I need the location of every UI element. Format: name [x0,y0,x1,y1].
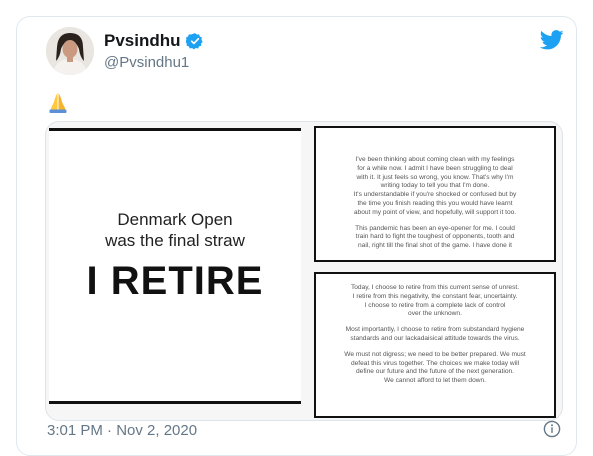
retire-poster-panel: Denmark Open was the final straw I RETIR… [49,128,301,404]
letter-panel-top: I've been thinking about coming clean wi… [314,126,556,262]
letter-paragraph: I've been thinking about coming clean wi… [353,156,517,216]
tweet-timestamp[interactable]: 3:01 PM · Nov 2, 2020 [47,422,197,439]
verified-badge-icon [184,32,204,50]
subhead-line-2: was the final straw [105,231,245,250]
twitter-bird-icon[interactable] [539,30,564,50]
tweet-media-image[interactable]: Denmark Open was the final straw I RETIR… [45,121,563,421]
poster-subhead: Denmark Open was the final straw [49,209,301,251]
account-name[interactable]: Pvsindhu [104,31,181,51]
account-handle[interactable]: @Pvsindhu1 [104,54,189,71]
poster-headline: I RETIRE [86,259,264,303]
info-icon[interactable] [543,420,561,438]
letter-paragraph: Today, I choose to retire from this curr… [350,284,520,318]
folded-hands-emoji [46,90,70,114]
letter-paragraph: Most importantly, I choose to retire fro… [345,326,525,342]
letter-panel-bottom: Today, I choose to retire from this curr… [314,272,556,418]
letter-paragraph: This pandemic has been an eye-opener for… [355,224,515,250]
subhead-line-1: Denmark Open [117,210,233,229]
profile-avatar[interactable] [46,27,94,75]
letter-paragraph: We must not digress; we need to be bette… [344,350,526,385]
